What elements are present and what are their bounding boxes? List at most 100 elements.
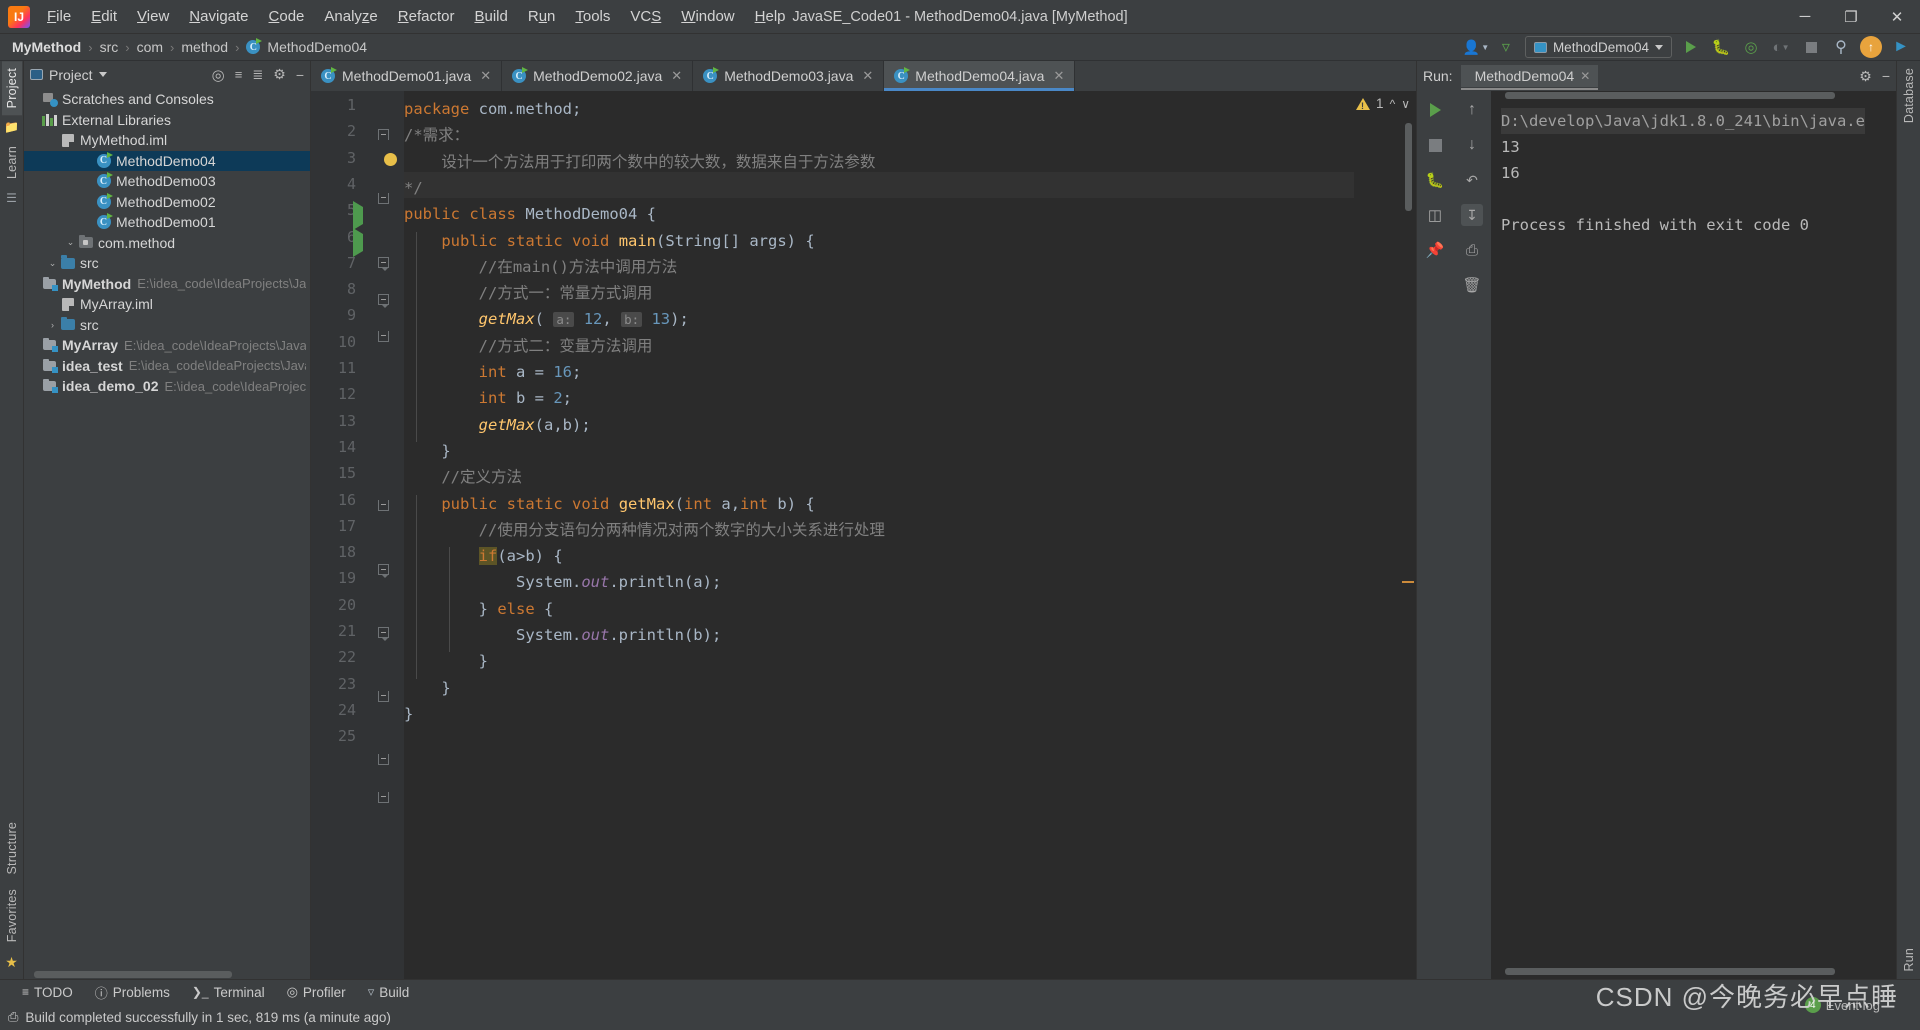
user-avatar-icon[interactable]: 👤 ▼ (1463, 36, 1489, 58)
menu-file[interactable]: File (38, 4, 80, 29)
code-line[interactable]: int b = 2; (404, 385, 572, 411)
tree-item-mymethod-iml[interactable]: MyMethod.iml (24, 130, 310, 151)
bottom-tab-todo[interactable]: ≡ TODO (22, 985, 73, 1000)
hide-panel-icon[interactable]: − (296, 67, 304, 83)
commit-folder-icon[interactable]: 📁 (4, 120, 19, 134)
code-line[interactable]: public static void getMax(int a,int b) { (404, 491, 814, 517)
sidebar-tab-project[interactable]: Project (1, 61, 22, 116)
minimize-button[interactable]: ─ (1782, 0, 1828, 34)
breadcrumb-item-project[interactable]: MyMethod (10, 39, 83, 55)
toolbox-icon[interactable]: ► (1890, 36, 1912, 58)
menu-code[interactable]: Code (260, 4, 314, 29)
learn-book-icon[interactable]: ☰ (6, 191, 17, 205)
stop-button[interactable] (1800, 36, 1822, 58)
editor-tab-methoddemo04-java[interactable]: C MethodDemo04.java ✕ (884, 61, 1076, 91)
tree-item-methoddemo02[interactable]: C MethodDemo02 (24, 192, 310, 213)
code-fold-icon[interactable] (378, 627, 389, 642)
scroll-to-end-icon[interactable]: ↧ (1461, 204, 1483, 226)
rerun-icon[interactable] (1424, 99, 1446, 121)
bottom-tab-terminal[interactable]: ❯_ Terminal (192, 985, 265, 1000)
editor-tab-methoddemo02-java[interactable]: C MethodDemo02.java ✕ (502, 61, 694, 91)
pin-tab-icon[interactable]: 📌 (1424, 239, 1446, 261)
code-line[interactable]: 设计一个方法用于打印两个数中的较大数，数据来自于方法参数 (404, 149, 875, 175)
scroll-down-icon[interactable]: ↓ (1461, 134, 1483, 156)
tree-item-methoddemo01[interactable]: C MethodDemo01 (24, 212, 310, 233)
tree-expand-arrow-icon[interactable]: ⌄ (46, 258, 59, 269)
code-line[interactable]: public class MethodDemo04 { (404, 201, 656, 227)
run-gutter-icon[interactable] (353, 227, 363, 257)
breadcrumb-item-com[interactable]: com (135, 39, 165, 55)
code-line[interactable]: */ (404, 175, 423, 201)
editor-area[interactable]: 1 2 3 4 5 6 7 8 9 10 11 12 13 14 15 16 17 18 19 20 21 22 23 24 2… (311, 91, 1416, 979)
clear-all-icon[interactable]: 🗑 (1461, 274, 1483, 296)
console-output[interactable]: D:\develop\Java\jdk1.8.0_241\bin\java.e 1… (1491, 100, 1896, 965)
code-line[interactable]: //定义方法 (404, 464, 522, 490)
close-icon[interactable]: ✕ (1053, 68, 1064, 84)
code-line[interactable]: /*需求： (404, 122, 469, 148)
expand-all-icon[interactable]: ≡ (235, 67, 243, 82)
tree-item-src[interactable]: › src (24, 315, 310, 336)
code-content[interactable]: package com.method;/*需求： 设计一个方法用于打印两个数中的… (404, 91, 1354, 979)
close-icon[interactable]: ✕ (862, 68, 873, 84)
menu-tools[interactable]: Tools (566, 4, 619, 29)
sidebar-tab-favorites[interactable]: Favorites (2, 882, 22, 949)
close-icon[interactable]: ✕ (671, 68, 682, 84)
prev-problem-icon[interactable]: ^ (1390, 97, 1396, 111)
code-line[interactable]: getMax(a,b); (404, 412, 591, 438)
code-fold-icon[interactable] (378, 754, 389, 766)
run-with-coverage-button[interactable]: ◎ (1740, 36, 1762, 58)
menu-build[interactable]: Build (465, 4, 516, 29)
maximize-button[interactable]: ❐ (1828, 0, 1874, 34)
run-configuration-selector[interactable]: MethodDemo04 (1524, 36, 1672, 58)
menu-run[interactable]: Run (519, 4, 565, 29)
code-line[interactable]: } (404, 675, 450, 701)
console-bottom-scrollbar[interactable] (1491, 965, 1896, 979)
tree-item-idea-test[interactable]: idea_test E:\idea_code\IdeaProjects\JavaS… (24, 356, 310, 377)
tree-item-src[interactable]: ⌄ src (24, 253, 310, 274)
tree-item-scratches-and-consoles[interactable]: Scratches and Consoles (24, 89, 310, 110)
bottom-tab-profiler[interactable]: ◎ Profiler (287, 984, 346, 1000)
tree-item-mymethod[interactable]: MyMethod E:\idea_code\IdeaProjects\JavaSE (24, 274, 310, 295)
close-icon[interactable]: ✕ (480, 68, 491, 84)
tree-item-myarray[interactable]: MyArray E:\idea_code\IdeaProjects\JavaSE_… (24, 335, 310, 356)
close-icon[interactable]: ✕ (1580, 69, 1590, 83)
code-line[interactable]: } (404, 438, 450, 464)
search-icon[interactable]: ⚲ (1830, 36, 1852, 58)
stop-icon[interactable] (1424, 134, 1446, 156)
breadcrumb-item-class[interactable]: MethodDemo04 (265, 39, 369, 55)
code-line[interactable]: //方式二：变量方法调用 (404, 333, 653, 359)
menu-vcs[interactable]: VCS (621, 4, 670, 29)
intention-bulb-icon[interactable] (384, 152, 397, 171)
tree-expand-arrow-icon[interactable]: ⌄ (64, 237, 77, 248)
update-project-icon[interactable]: ↑ (1860, 36, 1882, 58)
print-icon[interactable]: ⎙ (1461, 239, 1483, 261)
menu-window[interactable]: Window (672, 4, 743, 29)
project-panel-title-group[interactable]: Project (30, 67, 107, 83)
scroll-up-icon[interactable]: ↑ (1461, 99, 1483, 121)
tree-item-com-method[interactable]: ⌄ com.method (24, 233, 310, 254)
settings-gear-icon[interactable]: ⚙ (1859, 68, 1872, 85)
rerun-failed-tests-icon[interactable]: 🐛 (1424, 169, 1446, 191)
code-line[interactable]: //方式一：常量方式调用 (404, 280, 653, 306)
inspection-widget[interactable]: 1 ^ ∨ (1356, 96, 1410, 111)
bottom-tab-problems[interactable]: ⓘ Problems (95, 983, 170, 1002)
project-horizontal-scrollbar[interactable] (34, 971, 232, 978)
bottom-tab-build[interactable]: ▿ Build (368, 984, 410, 1000)
console-top-scrollbar[interactable] (1491, 91, 1896, 100)
window-controls[interactable]: ─ ❐ ✕ (1782, 0, 1920, 34)
code-fold-icon[interactable] (378, 293, 389, 308)
code-line[interactable]: //使用分支语句分两种情况对两个数字的大小关系进行处理 (404, 517, 885, 543)
tree-item-external-libraries[interactable]: External Libraries (24, 110, 310, 131)
menu-analyze[interactable]: Analyze (315, 4, 386, 29)
code-fold-icon[interactable] (378, 690, 389, 702)
code-line[interactable]: System.out.println(a); (404, 569, 721, 595)
favorites-star-icon[interactable]: ★ (5, 954, 18, 971)
sidebar-tab-run[interactable]: Run (1899, 941, 1919, 979)
menu-edit[interactable]: Edit (82, 4, 126, 29)
run-gutter-icon[interactable] (353, 201, 363, 231)
code-line[interactable]: package com.method; (404, 96, 581, 122)
code-line[interactable]: getMax( a: 12, b: 13); (404, 306, 689, 333)
tree-item-methoddemo03[interactable]: C MethodDemo03 (24, 171, 310, 192)
build-hammer-icon[interactable]: ▿ (1495, 36, 1517, 58)
code-fold-icon[interactable] (378, 256, 389, 271)
